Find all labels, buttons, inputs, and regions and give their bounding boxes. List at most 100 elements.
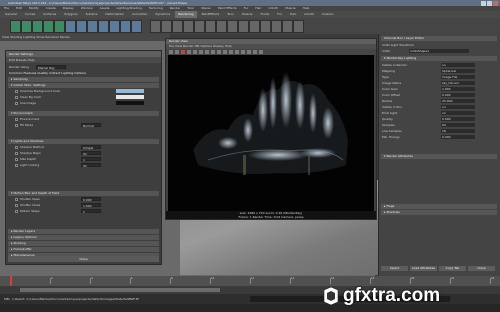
section-header[interactable]: ▸ Render Layers bbox=[8, 229, 159, 234]
setting-value[interactable]: On bbox=[81, 151, 101, 156]
shelf-tool-icon[interactable] bbox=[161, 20, 172, 33]
shelf-tab-painteffects[interactable]: PaintEffects bbox=[199, 11, 223, 18]
shelf-tool-icon[interactable] bbox=[150, 20, 161, 33]
attribute-panel-button[interactable]: Select bbox=[381, 266, 408, 271]
menu-item-toon[interactable]: Toon bbox=[187, 6, 194, 10]
section-header[interactable]: ▾ Environment bbox=[8, 111, 159, 116]
attribute-value[interactable]: on bbox=[441, 63, 475, 67]
attribute-value[interactable]: 0.000 bbox=[441, 93, 475, 97]
render-toolbar-icon[interactable] bbox=[247, 50, 251, 54]
menu-item-texturing[interactable]: Texturing bbox=[149, 6, 163, 10]
shelf-tool-icon[interactable] bbox=[293, 20, 304, 33]
rendered-image[interactable] bbox=[168, 55, 374, 211]
shelf-tool-icon[interactable] bbox=[227, 20, 238, 33]
attribute-value[interactable]: 25.000 bbox=[441, 99, 475, 103]
background-color-swatch[interactable] bbox=[116, 95, 144, 99]
setting-checkbox[interactable] bbox=[15, 123, 18, 127]
setting-checkbox[interactable] bbox=[15, 89, 18, 93]
menu-item-hair[interactable]: Hair bbox=[255, 6, 261, 10]
menu-item-fur[interactable]: Fur bbox=[244, 6, 249, 10]
render-settings-menu[interactable]: Edit Presets Help bbox=[6, 57, 161, 63]
shelf-tool-icon[interactable] bbox=[54, 20, 65, 33]
section-header[interactable]: ▸ Shading bbox=[8, 241, 159, 246]
shelf-tab-muscle[interactable]: Muscle bbox=[239, 11, 255, 18]
shelf-tab-subdivs[interactable]: Subdivs bbox=[83, 11, 101, 18]
render-toolbar-icon[interactable] bbox=[193, 50, 197, 54]
shelf-tab-curves[interactable]: Curves bbox=[22, 11, 38, 18]
minimize-icon[interactable] bbox=[481, 0, 486, 6]
background-color-swatch[interactable] bbox=[116, 101, 144, 105]
menu-item-create[interactable]: Create bbox=[46, 6, 56, 10]
setting-value[interactable]: 1 bbox=[81, 157, 101, 162]
setting-value[interactable]: 1 bbox=[81, 209, 101, 214]
setting-checkbox[interactable] bbox=[15, 145, 18, 149]
menu-item-help[interactable]: Help bbox=[303, 6, 310, 10]
setting-checkbox[interactable] bbox=[15, 209, 18, 213]
shelf-tab-toon[interactable]: Toon bbox=[224, 11, 237, 18]
shelf-tool-icon[interactable] bbox=[10, 20, 21, 33]
attribute-value[interactable]: 16 bbox=[441, 129, 475, 133]
shelf-tab-fur[interactable]: Fur bbox=[274, 11, 285, 18]
setting-value[interactable]: Normal bbox=[81, 123, 101, 128]
shelf-tool-icon[interactable] bbox=[282, 20, 293, 33]
shelf-tool-icon[interactable] bbox=[21, 20, 32, 33]
shelf-tab-rendering[interactable]: Rendering bbox=[175, 11, 197, 18]
attribute-value[interactable]: sky_hdr.exr bbox=[441, 81, 475, 85]
attribute-value[interactable]: 0.500 bbox=[441, 117, 475, 121]
setting-checkbox[interactable] bbox=[15, 157, 18, 161]
menu-item-file[interactable]: File bbox=[4, 6, 9, 10]
attribute-section-header[interactable]: ▾ Mental Ray Lighting bbox=[381, 56, 497, 61]
attribute-value[interactable]: Image File bbox=[441, 75, 475, 79]
shelf-tool-icon[interactable] bbox=[172, 20, 183, 33]
attribute-section-header[interactable]: ▸ Flags bbox=[381, 204, 497, 209]
attribute-section-header[interactable]: ▾ Render Attributes bbox=[381, 154, 497, 159]
shelf-tab-fluids[interactable]: Fluids bbox=[258, 11, 273, 18]
render-settings-tabs[interactable]: Common Features Quality Indirect Lightin… bbox=[9, 71, 86, 75]
shelf-tool-icon[interactable] bbox=[87, 20, 98, 33]
setting-checkbox[interactable] bbox=[15, 197, 18, 201]
shelf-tool-icon[interactable] bbox=[194, 20, 205, 33]
render-using-dropdown[interactable]: Mental Ray bbox=[36, 65, 66, 70]
shelf-tool-icon[interactable] bbox=[131, 20, 142, 33]
close-button[interactable]: Close bbox=[8, 256, 159, 262]
menu-item-window[interactable]: Window bbox=[81, 6, 93, 10]
section-header[interactable]: ▸ Framebuffer bbox=[8, 247, 159, 252]
menu-item-render[interactable]: Render bbox=[170, 6, 181, 10]
render-toolbar-icon[interactable] bbox=[181, 50, 185, 54]
setting-checkbox[interactable] bbox=[15, 117, 18, 121]
shelf-tool-icon[interactable] bbox=[120, 20, 131, 33]
render-toolbar-icon[interactable] bbox=[223, 50, 227, 54]
setting-checkbox[interactable] bbox=[15, 151, 18, 155]
setting-checkbox[interactable] bbox=[15, 163, 18, 167]
attribute-value[interactable]: 0.000 bbox=[441, 135, 475, 139]
menu-item-modify[interactable]: Modify bbox=[29, 6, 39, 10]
shelf-tab-deformation[interactable]: Deformation bbox=[102, 11, 127, 18]
attribute-value[interactable]: Spherical bbox=[441, 69, 475, 73]
menu-item-edit[interactable]: Edit bbox=[16, 6, 22, 10]
maximize-icon[interactable] bbox=[487, 0, 492, 6]
section-header[interactable]: ▾ Lights and Shadows bbox=[8, 139, 159, 144]
render-toolbar-icon[interactable] bbox=[205, 50, 209, 54]
setting-value[interactable]: 1.000 bbox=[81, 203, 101, 208]
menu-item-muscle[interactable]: Muscle bbox=[285, 6, 295, 10]
render-toolbar-icon[interactable] bbox=[169, 50, 173, 54]
background-color-swatch[interactable] bbox=[116, 89, 144, 93]
setting-value[interactable]: Simple bbox=[81, 145, 101, 150]
shelf-tab-animation[interactable]: Animation bbox=[129, 11, 150, 18]
section-header[interactable]: ▾ Motion Blur and Depth of Field bbox=[8, 191, 159, 196]
shelf-tool-icon[interactable] bbox=[271, 20, 282, 33]
shelf-tool-icon[interactable] bbox=[76, 20, 87, 33]
shelf-tool-icon[interactable] bbox=[205, 20, 216, 33]
shelf-tab-surfaces[interactable]: Surfaces bbox=[40, 11, 59, 18]
menu-item-lightingshading[interactable]: Lighting/Shading bbox=[116, 6, 141, 10]
shelf-tool-icon[interactable] bbox=[183, 20, 194, 33]
setting-value[interactable]: 0.000 bbox=[81, 197, 101, 202]
shelf-tool-icon[interactable] bbox=[260, 20, 271, 33]
range-slider-bar[interactable] bbox=[20, 288, 220, 292]
current-frame-marker[interactable] bbox=[10, 276, 12, 286]
menu-item-ncloth[interactable]: nCloth bbox=[268, 6, 278, 10]
menu-item-assets[interactable]: Assets bbox=[100, 6, 110, 10]
shelf-tool-icon[interactable] bbox=[216, 20, 227, 33]
setting-checkbox[interactable] bbox=[15, 95, 18, 99]
attribute-panel-button[interactable]: Load Attributes bbox=[410, 266, 437, 271]
